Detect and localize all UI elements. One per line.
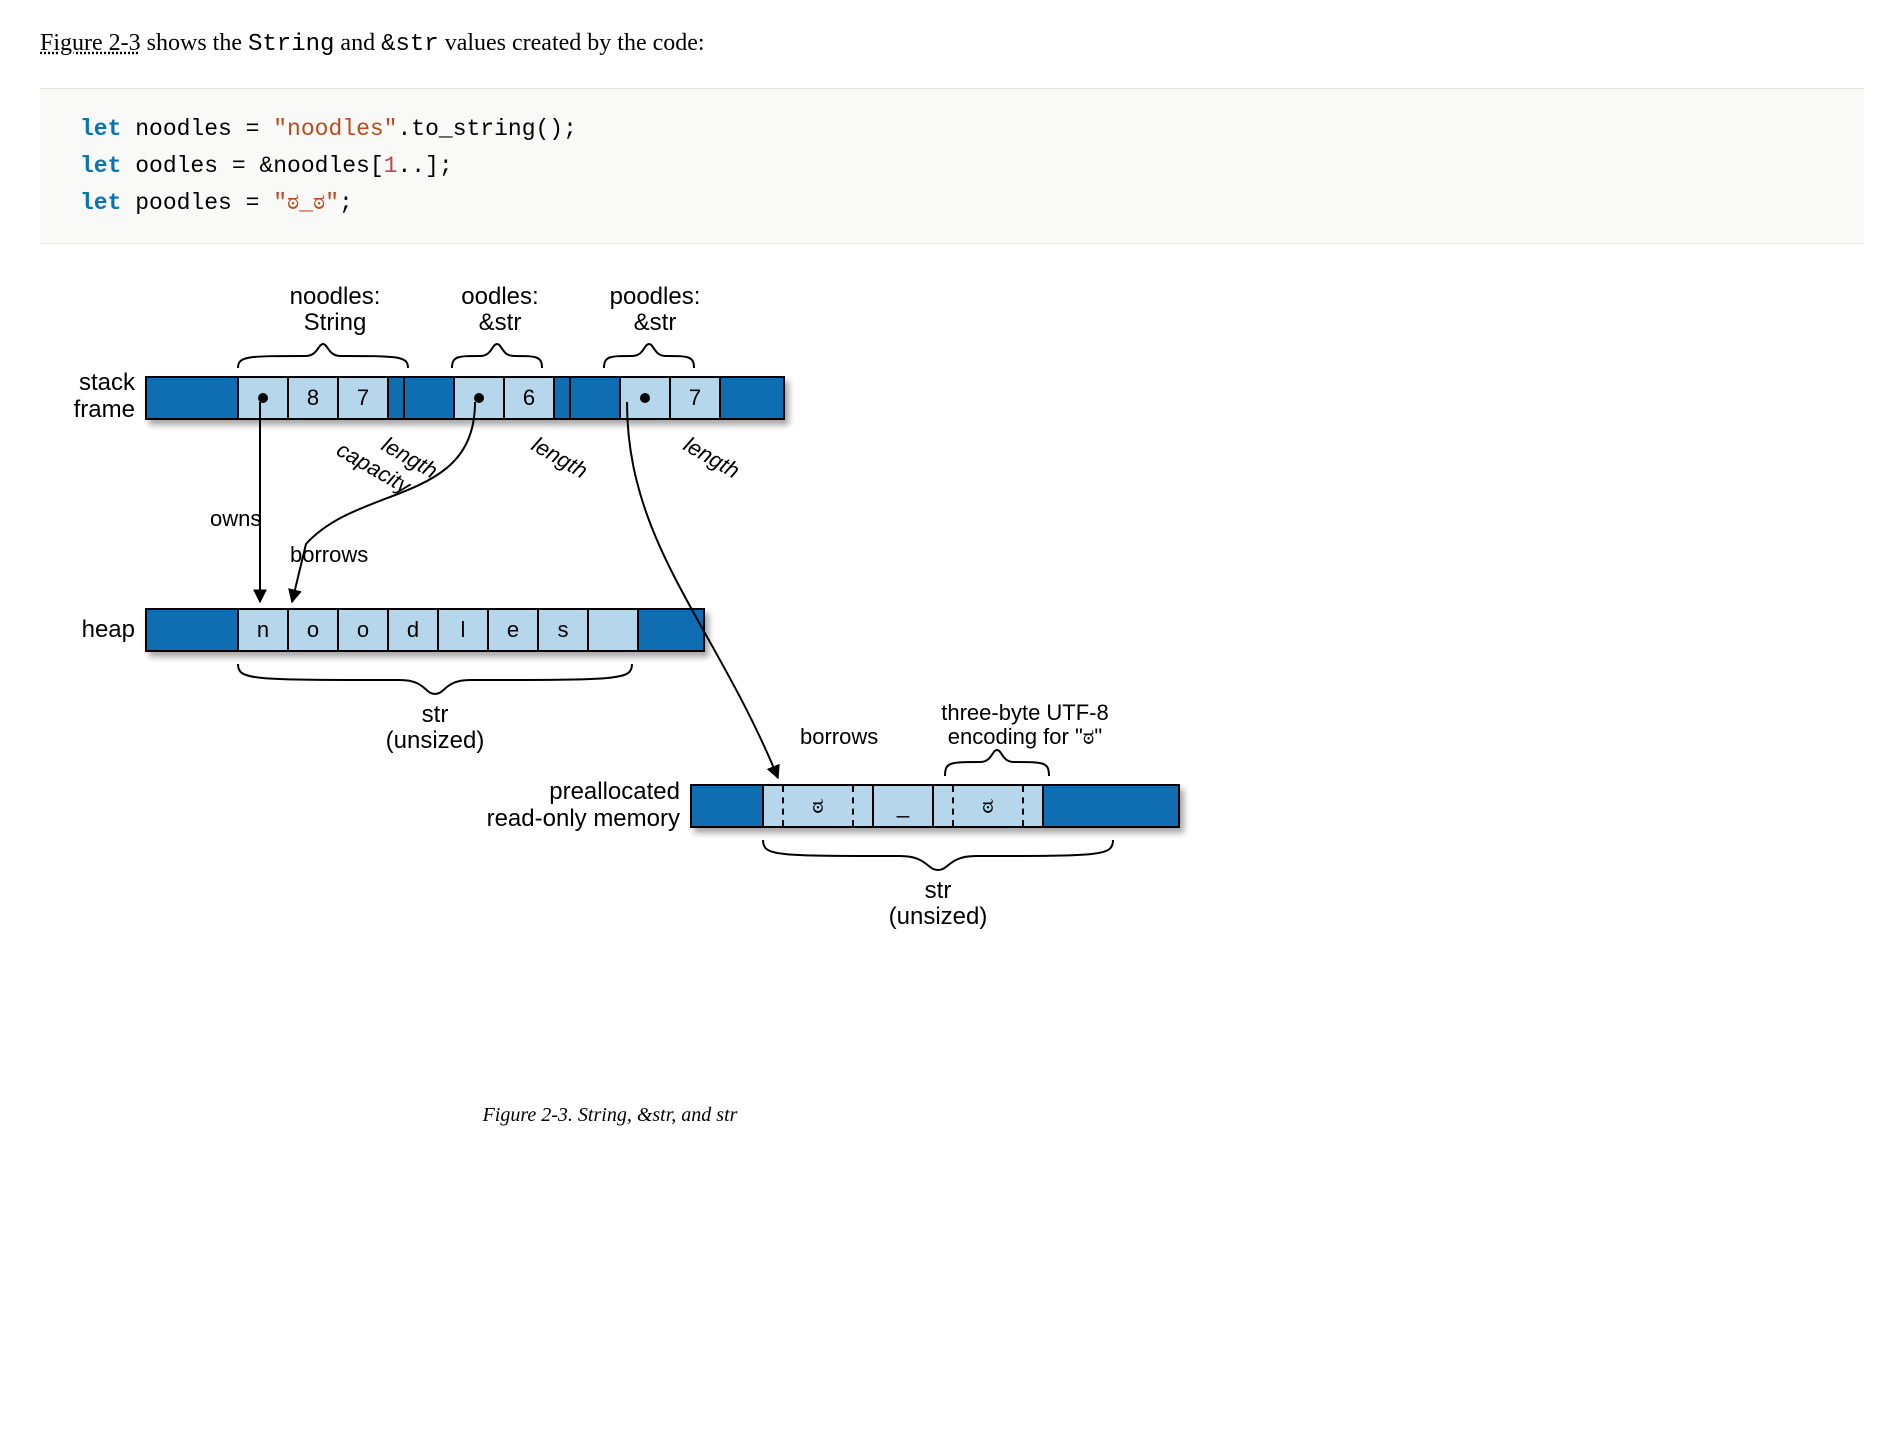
label-str-unsized: (unsized) bbox=[889, 903, 988, 930]
label-borrows: borrows bbox=[800, 724, 878, 749]
label-borrows: borrows bbox=[290, 542, 368, 567]
inline-code-str-slice: &str bbox=[381, 31, 439, 58]
code-block: let noodles = "noodles".to_string(); let… bbox=[40, 88, 1864, 244]
diagram-overlay-svg: owns borrows borrows capacity length len… bbox=[60, 284, 1260, 1084]
inline-code-string: String bbox=[248, 31, 334, 58]
label-length: length bbox=[528, 432, 592, 484]
label-str-unsized: (unsized) bbox=[386, 727, 485, 754]
figure-caption: Figure 2-3. String, &str, and str bbox=[210, 1104, 1010, 1127]
memory-diagram: noodles: String oodles: &str poodles: &s… bbox=[60, 284, 1260, 1084]
figure-reference: Figure 2-3 bbox=[40, 30, 141, 56]
label-utf8: encoding for "ಠ" bbox=[948, 724, 1102, 749]
label-owns: owns bbox=[210, 506, 261, 531]
label-utf8: three-byte UTF-8 bbox=[941, 700, 1109, 725]
label-length: length bbox=[680, 432, 744, 484]
label-str: str bbox=[925, 877, 952, 904]
label-str: str bbox=[422, 701, 449, 728]
intro-paragraph: Figure 2-3 shows the String and &str val… bbox=[40, 30, 1864, 58]
